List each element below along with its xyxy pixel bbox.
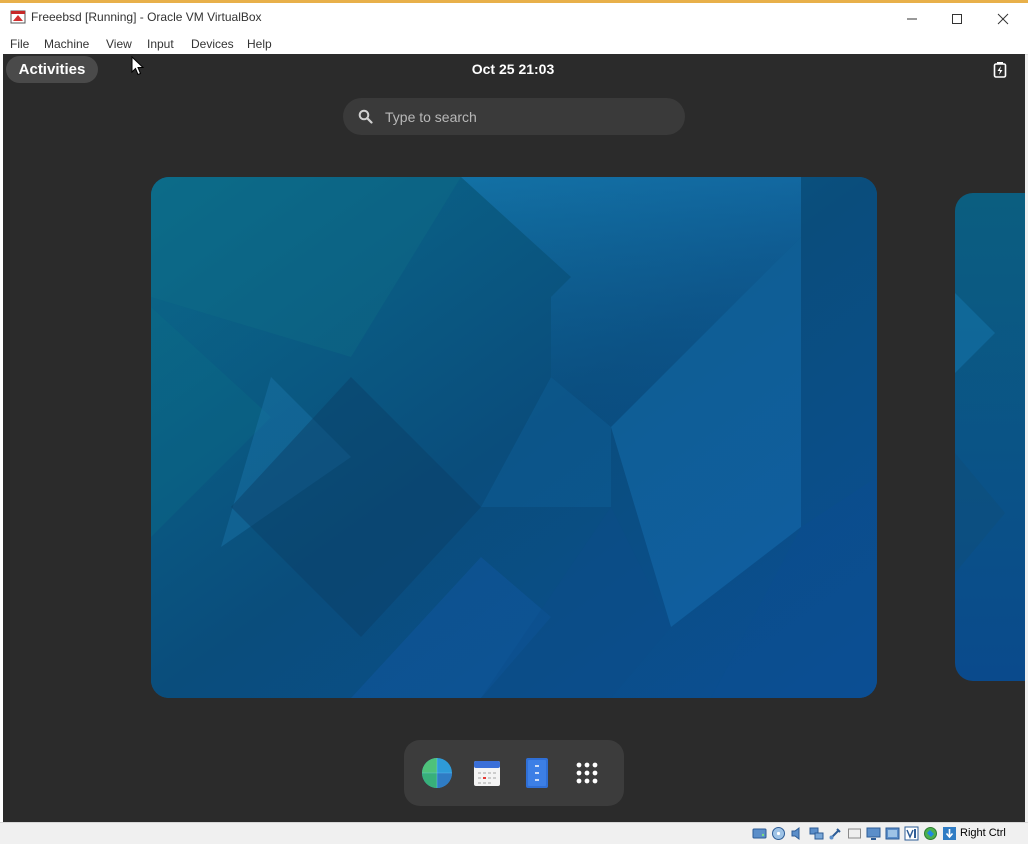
minimize-button[interactable] bbox=[889, 3, 935, 34]
workspace-thumbnail[interactable] bbox=[151, 177, 877, 698]
hard-disk-status-icon[interactable] bbox=[752, 826, 767, 841]
close-button[interactable] bbox=[980, 3, 1026, 34]
dock-item-calendar[interactable] bbox=[469, 755, 505, 791]
network-status-icon[interactable] bbox=[809, 826, 824, 841]
dock-item-app-grid[interactable] bbox=[569, 755, 605, 791]
search-input[interactable] bbox=[385, 98, 665, 135]
workspace-thumbnail-2[interactable] bbox=[955, 193, 1025, 681]
audio-status-icon[interactable] bbox=[790, 826, 805, 841]
calendar-icon bbox=[474, 761, 500, 786]
virtualization-status-icon[interactable] bbox=[904, 826, 919, 841]
menu-file[interactable]: File bbox=[10, 37, 29, 51]
window-title: Freeebsd [Running] - Oracle VM VirtualBo… bbox=[31, 10, 262, 24]
virtualbox-app-icon bbox=[10, 10, 26, 24]
virtualbox-status-bar: Right Ctrl bbox=[0, 822, 1028, 844]
wallpaper-image-2 bbox=[955, 193, 1025, 681]
mouse-cursor-icon bbox=[131, 56, 145, 76]
menu-input[interactable]: Input bbox=[147, 37, 174, 51]
battery-icon[interactable] bbox=[993, 62, 1007, 78]
activities-button[interactable]: Activities bbox=[6, 56, 98, 83]
maximize-button[interactable] bbox=[934, 3, 980, 34]
recording-status-icon[interactable] bbox=[885, 826, 900, 841]
dash-dock bbox=[404, 740, 624, 806]
search-bar[interactable] bbox=[343, 98, 685, 135]
optical-drive-status-icon[interactable] bbox=[771, 826, 786, 841]
shared-folders-status-icon[interactable] bbox=[847, 826, 862, 841]
host-key-status-icon[interactable] bbox=[942, 826, 957, 841]
menu-view[interactable]: View bbox=[106, 37, 132, 51]
dock-item-web-browser[interactable] bbox=[419, 755, 455, 791]
usb-status-icon[interactable] bbox=[828, 826, 843, 841]
wallpaper-image bbox=[151, 177, 877, 698]
menu-machine[interactable]: Machine bbox=[44, 37, 89, 51]
menu-bar: File Machine View Input Devices Help bbox=[0, 34, 1028, 55]
minimize-icon bbox=[907, 18, 917, 19]
host-key-label: Right Ctrl bbox=[960, 827, 1006, 839]
web-browser-icon bbox=[422, 758, 452, 788]
maximize-icon bbox=[952, 13, 962, 24]
app-grid-icon bbox=[576, 762, 598, 784]
close-icon bbox=[997, 13, 1009, 24]
dock-item-text-editor[interactable] bbox=[519, 755, 555, 791]
vm-display[interactable]: Activities Oct 25 21:03 bbox=[3, 54, 1025, 822]
text-editor-icon bbox=[526, 758, 548, 788]
clock[interactable]: Oct 25 21:03 bbox=[443, 61, 583, 77]
menu-help[interactable]: Help bbox=[247, 37, 272, 51]
gnome-top-bar: Activities Oct 25 21:03 bbox=[3, 54, 1025, 86]
display-status-icon[interactable] bbox=[866, 826, 881, 841]
guest-additions-status-icon[interactable] bbox=[923, 826, 938, 841]
window-titlebar: Freeebsd [Running] - Oracle VM VirtualBo… bbox=[0, 0, 1028, 34]
menu-devices[interactable]: Devices bbox=[191, 37, 234, 51]
search-icon bbox=[358, 109, 373, 124]
